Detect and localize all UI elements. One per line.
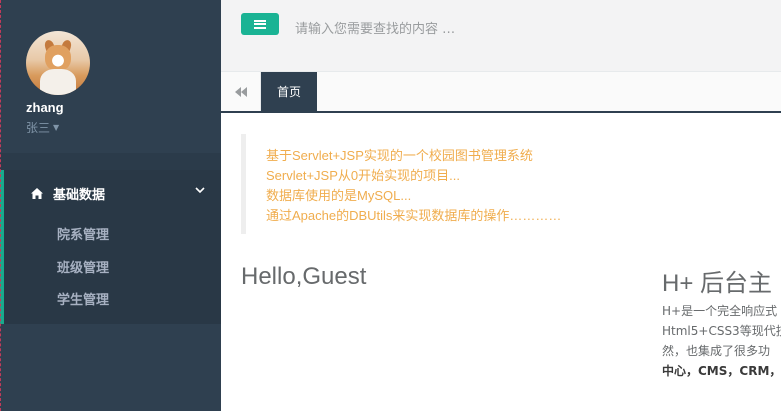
intro-line: 通过Apache的DBUtils来实现数据库的操作………… <box>266 208 562 223</box>
hplus-description: H+是一个完全响应式 Html5+CSS3等现代技 然，也集成了很多功 中心，C… <box>662 301 781 381</box>
top-bar: 请输入您需要查找的内容 … <box>221 0 781 72</box>
nav-group-label: 基础数据 <box>53 188 106 203</box>
avatar[interactable] <box>26 31 90 95</box>
sidebar: zhang 张三 ▼ 基础数据 院系管理 班级管理 学生管理 <box>0 0 221 411</box>
avatar-dog-head <box>45 45 71 71</box>
intro-line: Servlet+JSP从0开始实现的项目... <box>266 168 460 183</box>
hplus-desc-line: Html5+CSS3等现代技 <box>662 324 781 338</box>
intro-blockquote: 基于Servlet+JSP实现的一个校园图书管理系统 Servlet+JSP从0… <box>241 134 781 234</box>
user-name: zhang <box>26 100 64 115</box>
hplus-desc-line: 中心，CMS，CRM， <box>662 364 781 378</box>
nav-group-header[interactable]: 基础数据 <box>31 184 205 203</box>
sidebar-item-department[interactable]: 院系管理 <box>57 224 109 243</box>
menu-toggle-button[interactable] <box>241 13 279 35</box>
intro-line: 数据库使用的是MySQL... <box>266 188 412 203</box>
profile-panel: zhang 张三 ▼ <box>0 0 221 153</box>
chevron-down-icon <box>195 187 205 194</box>
caret-down-icon: ▼ <box>53 123 60 132</box>
user-role-dropdown[interactable]: 张三 ▼ <box>26 119 59 136</box>
main-content: 基于Servlet+JSP实现的一个校园图书管理系统 Servlet+JSP从0… <box>221 113 781 411</box>
sidebar-item-student[interactable]: 学生管理 <box>57 289 109 308</box>
tabs-bar: 首页 <box>221 72 781 113</box>
hplus-desc-line: H+是一个完全响应式 <box>662 304 778 318</box>
avatar-dog-body <box>40 69 76 95</box>
search-input[interactable]: 请输入您需要查找的内容 … <box>295 18 455 37</box>
sidebar-edge <box>0 0 2 411</box>
greeting-heading: Hello,Guest <box>241 263 367 290</box>
double-chevron-left-icon <box>234 86 247 97</box>
user-role-label: 张三 <box>26 121 51 135</box>
tab-scroll-left-button[interactable] <box>221 72 261 111</box>
tab-home[interactable]: 首页 <box>261 72 317 111</box>
menu-icon <box>254 19 266 29</box>
sidebar-item-class[interactable]: 班级管理 <box>57 257 109 276</box>
nav-separator <box>0 153 221 170</box>
hplus-desc-line: 然，也集成了很多功 <box>662 344 771 358</box>
home-icon <box>31 188 43 199</box>
hplus-title: H+ 后台主 <box>662 270 773 297</box>
intro-line: 基于Servlet+JSP实现的一个校园图书管理系统 <box>266 148 533 163</box>
nav-group-basic-data: 基础数据 院系管理 班级管理 学生管理 <box>0 170 221 324</box>
